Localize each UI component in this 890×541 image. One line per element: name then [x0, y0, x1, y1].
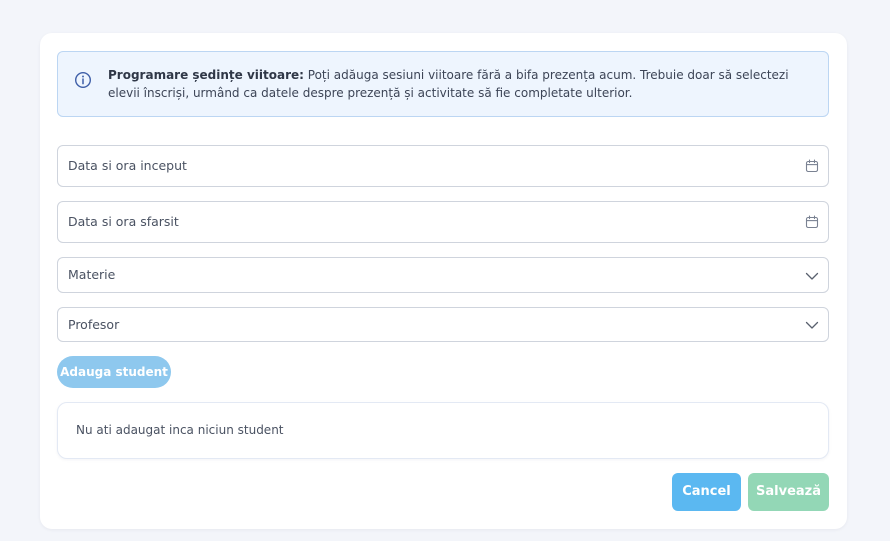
end-datetime-field[interactable]: Data si ora sfarsit	[57, 201, 829, 243]
profesor-select-label: Profesor	[68, 317, 120, 332]
students-empty-message: Nu ati adaugat inca niciun student	[76, 423, 284, 437]
end-datetime-label: Data si ora sfarsit	[68, 214, 179, 229]
cancel-button[interactable]: Cancel	[672, 473, 741, 511]
chevron-down-icon[interactable]	[805, 269, 819, 283]
start-datetime-label: Data si ora inceput	[68, 158, 187, 173]
info-icon	[74, 71, 92, 89]
students-list: Nu ati adaugat inca niciun student	[57, 402, 829, 459]
materie-select-label: Materie	[68, 267, 116, 282]
info-title: Programare ședințe viitoare:	[108, 68, 304, 82]
save-button[interactable]: Salvează	[748, 473, 829, 511]
materie-select[interactable]: Materie	[57, 257, 829, 293]
profesor-select[interactable]: Profesor	[57, 307, 829, 342]
add-student-button[interactable]: Adauga student	[57, 356, 171, 388]
session-form-card: Programare ședințe viitoare: Poți adăuga…	[40, 33, 847, 529]
calendar-icon[interactable]	[805, 215, 819, 229]
chevron-down-icon[interactable]	[805, 318, 819, 332]
info-alert: Programare ședințe viitoare: Poți adăuga…	[57, 51, 829, 117]
calendar-icon[interactable]	[805, 159, 819, 173]
info-message: Programare ședințe viitoare: Poți adăuga…	[108, 66, 814, 102]
start-datetime-field[interactable]: Data si ora inceput	[57, 145, 829, 187]
